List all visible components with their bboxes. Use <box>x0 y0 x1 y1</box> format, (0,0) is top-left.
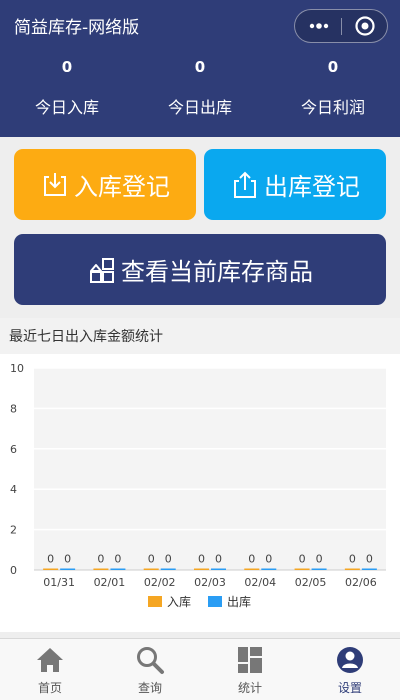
bar-stock-out <box>160 568 176 570</box>
tab-settings-label: 设置 <box>337 681 362 695</box>
bar-data-label: 0 <box>265 553 272 566</box>
stock-out-button[interactable]: 出库登记 <box>204 149 386 220</box>
stock-out-label: 出库登记 <box>264 173 360 201</box>
x-tick-label: 02/02 <box>144 576 176 589</box>
y-tick-label: 8 <box>10 402 17 415</box>
y-tick-label: 0 <box>10 564 17 577</box>
bar-data-label: 0 <box>97 553 104 566</box>
chart-section-header: 最近七日出入库金额统计 <box>0 318 400 354</box>
bar-data-label: 0 <box>148 553 155 566</box>
bar-stock-out <box>110 568 126 570</box>
bar-stock-in <box>294 568 310 570</box>
y-tick-label: 4 <box>10 483 17 496</box>
view-stock-button[interactable]: 查看当前库存商品 <box>14 234 386 305</box>
tab-stats[interactable]: 统计 <box>200 639 300 700</box>
legend-swatch <box>148 596 162 607</box>
bar-data-label: 0 <box>47 553 54 566</box>
bar-stock-in <box>93 568 109 570</box>
stock-in-label: 入库登记 <box>74 173 170 201</box>
y-tick-label: 6 <box>10 443 17 456</box>
tab-bar: 首页 查询 统计 设置 <box>0 638 400 700</box>
x-tick-label: 02/06 <box>345 576 377 589</box>
bar-data-label: 0 <box>299 553 306 566</box>
bar-data-label: 0 <box>198 553 205 566</box>
capsule-divider <box>341 18 342 35</box>
bar-data-label: 0 <box>248 553 255 566</box>
bar-stock-in <box>244 568 260 570</box>
boxes-icon <box>90 257 114 283</box>
bar-data-label: 0 <box>165 553 172 566</box>
upload-tray-icon <box>234 171 256 198</box>
bar-stock-in <box>344 568 360 570</box>
bar-data-label: 0 <box>316 553 323 566</box>
today-stock-in-label: 今日入库 <box>34 98 99 117</box>
bar-stock-out <box>211 568 226 570</box>
bar-chart: 02468100 001/310 002/010 002/020 002/030 002/… <box>10 362 386 609</box>
tab-settings[interactable]: 设置 <box>300 639 400 700</box>
legend-label: 入库 <box>167 594 191 609</box>
legend-label: 出库 <box>227 594 251 609</box>
x-tick-label: 02/04 <box>244 576 276 589</box>
bar-stock-out <box>60 568 76 570</box>
tab-search-label: 查询 <box>137 681 162 695</box>
chart-area: 0 2 4 6 8 10 0 0 01/31 0 0 02/01 0 0 02/02 0 0 02/03 0 0 02/… <box>0 354 400 632</box>
bar-stock-in <box>43 568 59 570</box>
search-icon <box>137 647 164 674</box>
today-profit-label: 今日利润 <box>300 98 365 117</box>
tab-search[interactable]: 查询 <box>100 639 200 700</box>
today-stock-in-value: 0 <box>61 58 73 76</box>
bar-stock-in <box>143 568 159 570</box>
today-profit-value: 0 <box>327 58 339 76</box>
download-tray-icon <box>44 172 66 196</box>
chart-section-title: 最近七日出入库金额统计 <box>9 329 163 345</box>
tab-stats-label: 统计 <box>237 681 262 695</box>
today-profit-stat: 0 今日利润 <box>268 58 398 118</box>
today-stock-in-stat: 0 今日入库 <box>2 58 132 118</box>
tab-home[interactable]: 首页 <box>0 639 100 700</box>
bar-data-label: 0 <box>64 553 71 566</box>
bar-stock-out <box>261 568 277 570</box>
bar-stock-out <box>311 568 327 570</box>
bar-data-label: 0 <box>349 553 356 566</box>
x-tick-label: 02/05 <box>295 576 327 589</box>
bar-stock-out <box>361 568 377 570</box>
mini-program-capsule <box>294 9 388 43</box>
app-title: 简益库存-网络版 <box>14 18 140 38</box>
legend-swatch <box>208 596 222 607</box>
x-tick-label: 02/01 <box>94 576 126 589</box>
view-stock-label: 查看当前库存商品 <box>121 258 313 286</box>
grid-icon <box>238 647 262 673</box>
tab-home-label: 首页 <box>37 681 62 695</box>
bar-data-label: 0 <box>366 553 373 566</box>
header: 简益库存-网络版 0 今日入库 0 今日出库 0 今日利润 <box>0 0 400 137</box>
y-tick-label: 10 <box>10 362 24 375</box>
close-target-icon[interactable] <box>351 12 379 40</box>
plot-background <box>34 368 386 570</box>
x-tick-label: 01/31 <box>43 576 75 589</box>
stock-in-button[interactable]: 入库登记 <box>14 149 196 220</box>
y-tick-label: 2 <box>10 524 17 537</box>
bar-stock-in <box>194 568 209 570</box>
today-stock-out-value: 0 <box>194 58 206 76</box>
today-stock-out-label: 今日出库 <box>167 98 232 117</box>
x-tick-label: 02/03 <box>194 576 226 589</box>
home-icon <box>37 648 63 672</box>
bar-data-label: 0 <box>215 553 222 566</box>
bar-data-label: 0 <box>114 553 121 566</box>
today-stock-out-stat: 0 今日出库 <box>135 58 265 118</box>
more-icon[interactable] <box>305 12 333 40</box>
user-icon <box>337 647 363 673</box>
